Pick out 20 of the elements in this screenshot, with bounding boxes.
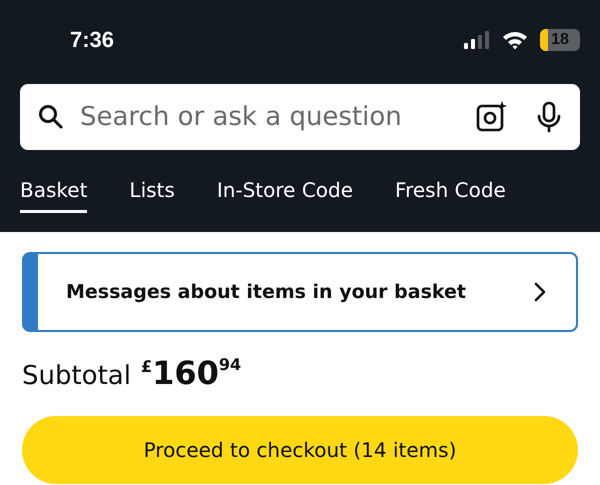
subtotal-price: $^{£}$160$^{94}$ (140, 354, 242, 392)
battery-percent: 18 (551, 31, 569, 49)
subtotal-label: Subtotal (22, 361, 131, 391)
camera-icon[interactable] (476, 101, 508, 133)
tab[interactable]: In-Store Code (216, 178, 354, 213)
battery-charge (540, 29, 548, 51)
signal-icon (464, 31, 490, 49)
messages-label: Messages about items in your basket (66, 281, 466, 303)
checkout-button[interactable]: Proceed to checkout (14 items) (22, 416, 578, 484)
search-bar[interactable]: Search or ask a question (20, 84, 580, 150)
microphone-icon[interactable] (536, 101, 562, 133)
messages-card[interactable]: Messages about items in your basket (22, 252, 578, 332)
tab[interactable]: Lists (129, 178, 175, 213)
chevron-right-icon (534, 282, 546, 302)
wifi-icon (502, 30, 528, 50)
status-time: 7:36 (70, 27, 114, 53)
search-icon (38, 104, 64, 130)
tab[interactable]: Basket (20, 178, 88, 213)
search-input[interactable]: Search or ask a question (78, 101, 462, 133)
tab[interactable]: Fresh Code (395, 178, 506, 213)
